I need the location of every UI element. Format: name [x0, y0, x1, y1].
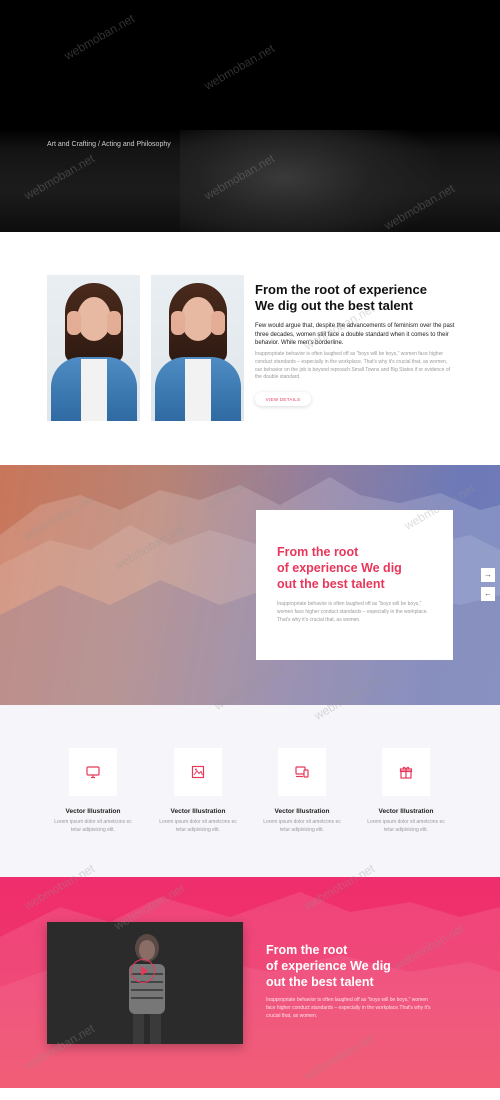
breadcrumb[interactable]: Art and Crafting / Acting and Philosophy — [47, 141, 171, 148]
feature-title: Vector Illustration — [378, 808, 434, 815]
slider-title-line: From the root — [277, 545, 359, 559]
about-title: From the root of experience We dig out t… — [255, 282, 455, 314]
view-details-button[interactable]: VIEW DETAILS — [255, 392, 311, 406]
about-title-line: We dig out the best talent — [255, 298, 413, 313]
hero-photo — [180, 130, 440, 232]
about-lead-text: Few would argue that, despite the advanc… — [255, 323, 455, 346]
video-thumbnail[interactable] — [47, 922, 243, 1044]
feature-card[interactable]: Vector Illustration Lorem ipsum dolor si… — [361, 748, 451, 834]
feature-card[interactable]: Vector Illustration Lorem ipsum dolor si… — [153, 748, 243, 834]
footer-strip — [0, 1088, 500, 1100]
gift-icon — [382, 748, 430, 796]
slider-title-line: out the best talent — [277, 577, 385, 591]
slider-body-text: Inappropriate behavior is often laughed … — [277, 601, 428, 623]
about-section: From the root of experience We dig out t… — [0, 232, 500, 465]
feature-card[interactable]: Vector Illustration Lorem ipsum dolor si… — [257, 748, 347, 834]
slider-title-line: of experience We dig — [277, 561, 402, 575]
feature-card[interactable]: Vector Illustration Lorem ipsum dolor si… — [48, 748, 138, 834]
prev-slide-arrow-icon[interactable]: ← — [481, 587, 495, 601]
about-body-text: Inappropriate behavior is often laughed … — [255, 351, 451, 381]
play-icon[interactable] — [131, 959, 155, 983]
features-section: Vector Illustration Lorem ipsum dolor si… — [0, 705, 500, 877]
person-image — [129, 934, 165, 1044]
slider-card: From the root of experience We dig out t… — [256, 510, 453, 660]
feature-text: Lorem ipsum dolor sit ametcons ec tetur … — [159, 819, 237, 833]
video-title: From the root of experience We dig out t… — [266, 942, 436, 990]
video-title-line: From the root — [266, 943, 348, 957]
feature-title: Vector Illustration — [170, 808, 226, 815]
feature-title: Vector Illustration — [65, 808, 121, 815]
hero-banner: Art and Crafting / Acting and Philosophy — [0, 0, 500, 232]
mountain-slider: From the root of experience We dig out t… — [0, 465, 500, 705]
monitor-icon — [69, 748, 117, 796]
portrait-image — [151, 275, 244, 421]
image-icon — [174, 748, 222, 796]
devices-icon — [278, 748, 326, 796]
feature-title: Vector Illustration — [274, 808, 330, 815]
slider-title: From the root of experience We dig out t… — [277, 544, 437, 592]
portrait-image — [47, 275, 140, 421]
next-slide-arrow-icon[interactable]: → — [481, 568, 495, 582]
feature-text: Lorem ipsum dolor sit ametcons ec tetur … — [263, 819, 341, 833]
video-title-line: out the best talent — [266, 975, 374, 989]
feature-text: Lorem ipsum dolor sit ametcons ec tetur … — [54, 819, 132, 833]
video-section: From the root of experience We dig out t… — [0, 877, 500, 1088]
about-title-line: From the root of experience — [255, 282, 427, 297]
feature-text: Lorem ipsum dolor sit ametcons ec tetur … — [367, 819, 445, 833]
video-body-text: Inappropriate behavior is often laughed … — [266, 997, 431, 1019]
video-title-line: of experience We dig — [266, 959, 391, 973]
